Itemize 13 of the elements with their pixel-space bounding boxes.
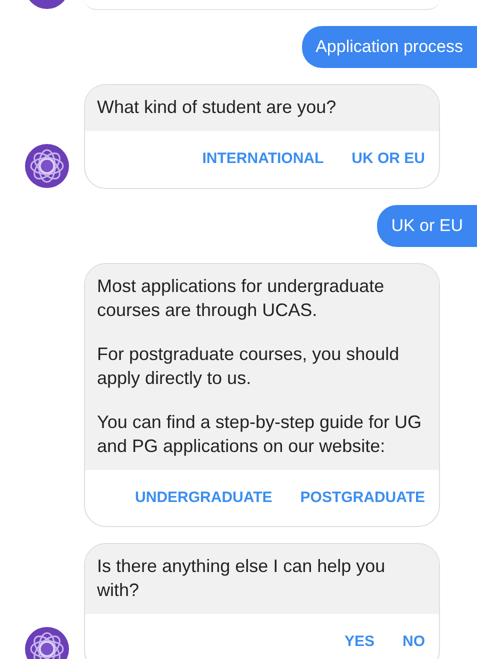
quick-reply-button[interactable]: YES <box>344 631 374 654</box>
message-text: For postgraduate courses, you should apply directly to us. <box>97 342 400 390</box>
message-text: Most applications for undergraduate courses are through UCAS. <box>97 274 386 322</box>
quick-reply-button[interactable]: UK OR EU <box>352 148 425 170</box>
quick-reply-button[interactable]: POSTGRADUATE <box>300 486 425 509</box>
user-message-bubble: UK or EU <box>377 204 477 246</box>
quick-reply-button[interactable]: INTERNATIONAL <box>202 148 324 170</box>
quick-reply-button[interactable]: NO <box>402 631 425 654</box>
message-text: Is there anything else I can help you with? <box>97 555 386 602</box>
user-message-bubble: Application process <box>302 26 477 68</box>
message-text: You can find a step-by-step guide for UG and PG applications on our website: <box>97 410 423 458</box>
message-text: What kind of student are you? <box>97 96 338 119</box>
quick-reply-button[interactable]: UNDERGRADUATE <box>135 486 272 509</box>
